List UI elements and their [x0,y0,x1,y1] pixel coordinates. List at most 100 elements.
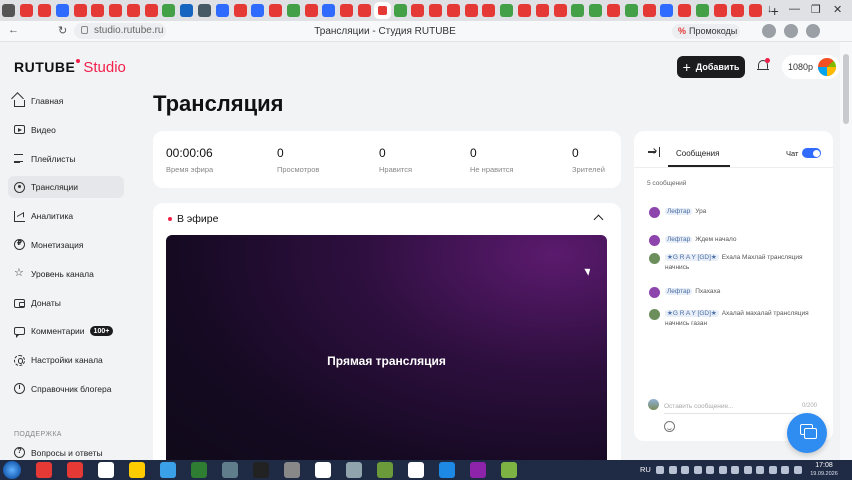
user-avatar[interactable] [816,56,838,78]
browser-tab[interactable] [2,4,16,17]
extension-icon[interactable] [784,24,798,38]
tray-icon[interactable] [756,466,764,474]
extension-icon[interactable] [762,24,776,38]
taskbar-app-icon[interactable] [377,462,393,478]
browser-tab[interactable] [713,4,727,17]
sidebar-item-star[interactable]: ☆ Уровень канала [8,263,124,285]
browser-tab[interactable] [624,4,638,17]
sidebar-item-playlist[interactable]: Плейлисты [8,148,124,170]
browser-tab[interactable] [322,4,336,17]
tray-icon[interactable] [718,466,727,474]
tray-icon[interactable] [668,466,677,474]
maximize-icon[interactable]: ❐ [811,3,821,16]
browser-tab[interactable] [20,4,34,17]
message-author[interactable]: Лефтар [665,288,693,295]
browser-tab[interactable] [589,4,603,17]
taskbar-app-icon[interactable] [346,462,362,478]
sidebar-item-wallet[interactable]: Донаты [8,292,124,314]
video-player[interactable]: Прямая трансляция [166,235,607,480]
browser-tab[interactable] [571,4,585,17]
taskbar-app-icon[interactable] [470,462,486,478]
back-icon[interactable]: ← [8,24,19,36]
tray-icon[interactable] [681,466,689,474]
message-author[interactable]: Лефтар [665,208,693,215]
chat-toggle[interactable] [802,148,821,158]
browser-tab[interactable] [251,4,265,17]
browser-tab[interactable] [482,4,496,17]
browser-tab[interactable] [464,4,478,17]
tray-icon[interactable] [706,466,714,474]
clock[interactable]: 17:08 19.09.2026 [806,462,842,478]
tray-icon[interactable] [768,466,777,474]
browser-tab[interactable] [180,4,194,17]
add-button[interactable]: + Добавить [677,56,745,78]
taskbar-app-icon[interactable] [408,462,424,478]
message-author[interactable]: ★G R A Y [GD]★ [665,254,719,261]
browser-tab[interactable] [446,4,460,17]
taskbar-app-icon[interactable] [315,462,331,478]
bell-icon[interactable] [757,58,770,72]
sidebar-item-faq[interactable]: ? Вопросы и ответы [14,447,103,458]
taskbar-app-icon[interactable] [36,462,52,478]
chat-message-input[interactable] [664,400,796,414]
emoji-icon[interactable] [664,421,675,432]
extension-icon[interactable] [806,24,820,38]
sidebar-item-info[interactable]: i Справочник блогера [8,378,124,400]
collapse-chat-icon[interactable] [648,147,660,157]
support-chat-button[interactable] [787,413,827,453]
browser-tab[interactable] [553,4,567,17]
minimize-downloads-icon[interactable]: ↓ [767,3,773,15]
language-indicator[interactable]: RU [640,465,651,474]
reload-icon[interactable]: ↻ [58,24,67,37]
sidebar-item-comment[interactable]: Комментарии 100+ [8,320,124,342]
browser-tab[interactable] [91,4,105,17]
browser-tab[interactable] [749,4,763,17]
browser-tab[interactable] [660,4,674,17]
browser-tab[interactable] [731,4,745,17]
browser-tab[interactable] [642,4,656,17]
browser-tab[interactable] [269,4,283,17]
taskbar-app-icon[interactable] [253,462,269,478]
browser-tab[interactable] [162,4,176,17]
scrollbar-thumb[interactable] [843,54,849,124]
promo-button[interactable]: % Промокоды [672,24,740,39]
browser-tab[interactable] [429,4,443,17]
browser-tab[interactable] [500,4,514,17]
taskbar-app-icon[interactable] [129,462,145,478]
browser-tab[interactable] [215,4,229,17]
browser-tab[interactable] [286,4,300,17]
tray-icon[interactable] [656,466,664,474]
browser-tab[interactable] [233,4,247,17]
browser-tab[interactable] [393,4,407,17]
sidebar-item-video[interactable]: Видео [8,119,124,141]
browser-tab[interactable] [358,4,372,17]
tab-messages[interactable]: Сообщения [676,149,719,158]
taskbar-app-icon[interactable] [67,462,83,478]
tray-icon[interactable] [693,466,702,474]
browser-tab[interactable] [55,4,69,17]
taskbar-app-icon[interactable] [191,462,207,478]
browser-tab[interactable] [518,4,532,17]
message-author[interactable]: Лефтар [665,236,693,243]
tray-icon[interactable] [731,466,739,474]
browser-tab[interactable] [340,4,354,17]
browser-tab[interactable] [535,4,549,17]
page-scrollbar[interactable] [840,42,852,460]
browser-tab[interactable] [678,4,692,17]
browser-tab[interactable] [197,4,211,17]
sidebar-item-chart[interactable]: Аналитика [8,205,124,227]
browser-tab[interactable] [37,4,51,17]
taskbar-app-icon[interactable] [284,462,300,478]
tray-icon[interactable] [793,466,802,474]
taskbar-app-icon[interactable] [501,462,517,478]
tray-icon[interactable] [743,466,752,474]
browser-tab[interactable] [606,4,620,17]
browser-tab[interactable] [109,4,123,17]
sidebar-item-coin[interactable]: ₽ Монетизация [8,234,124,256]
browser-tab[interactable] [73,4,87,17]
browser-tab[interactable] [126,4,140,17]
browser-tab[interactable] [304,4,318,17]
start-button-icon[interactable] [3,461,21,479]
rutube-studio-logo[interactable]: RUTUBE Studio [14,59,126,76]
close-icon[interactable]: ✕ [833,3,842,16]
